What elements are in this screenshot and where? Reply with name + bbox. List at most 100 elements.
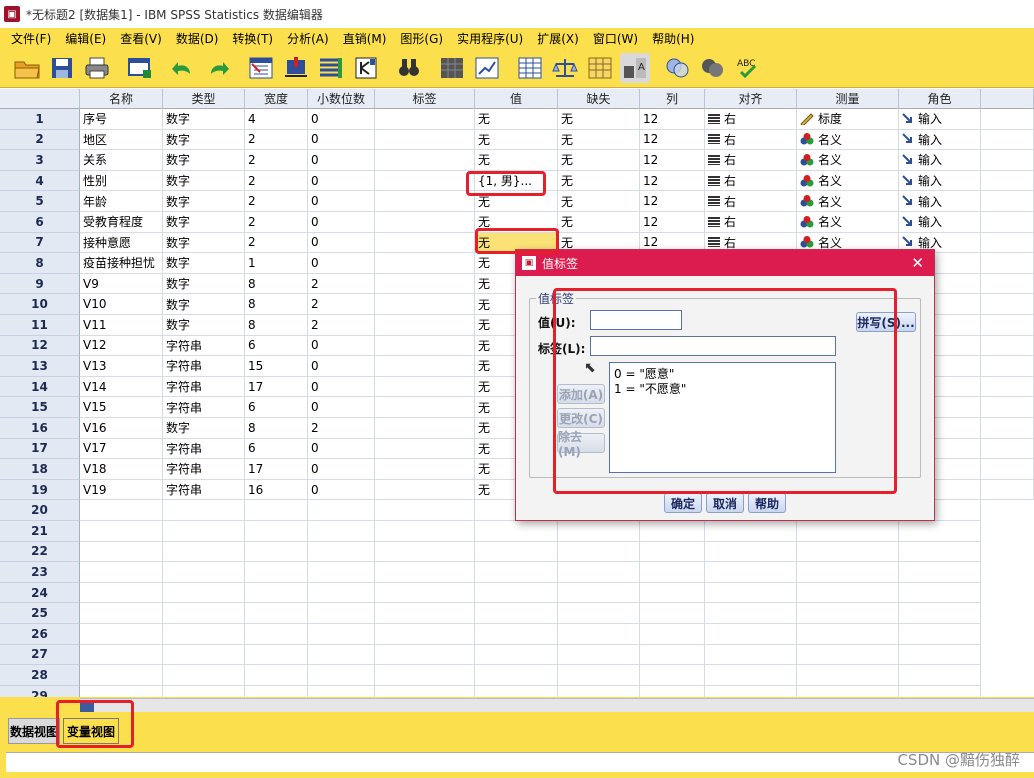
cell-label[interactable] [375,397,475,418]
cell-empty[interactable] [475,644,558,666]
column-header-align[interactable]: 对齐 [705,89,797,109]
cell-width[interactable]: 6 [245,335,308,357]
cell-align[interactable]: 右 [705,191,797,212]
cell-measure[interactable]: 名义 [797,212,899,233]
cell-role[interactable]: 输入 [899,129,981,151]
cell-empty[interactable] [899,562,981,583]
cell-empty[interactable] [245,521,308,542]
cell-name[interactable]: V10 [80,294,163,315]
menu-item-10[interactable]: 窗口(W) [586,30,645,47]
cell-empty[interactable] [640,603,705,624]
row-number[interactable]: 22 [0,541,80,563]
cell-empty[interactable] [475,521,558,542]
cell-dec[interactable]: 0 [308,356,375,377]
menu-item-8[interactable]: 实用程序(U) [450,30,530,47]
row-number[interactable]: 4 [0,170,80,192]
cell-width[interactable]: 16 [245,479,308,501]
open-icon[interactable] [12,53,42,83]
cell-dec[interactable]: 0 [308,170,375,192]
cell-type[interactable]: 字符串 [163,459,245,480]
cell-name[interactable]: 疫苗接种担忧 [80,253,163,274]
cell-dec[interactable]: 0 [308,150,375,171]
add-button[interactable]: 添加(A) [557,384,605,404]
cell-measure[interactable]: 名义 [797,191,899,212]
cell-empty[interactable] [163,665,245,686]
cancel-button[interactable]: 取消 [706,493,744,513]
tab-variable-view[interactable]: 变量视图 [63,718,119,744]
value-label-item[interactable]: 1 = "不愿意" [614,382,831,397]
cell-name[interactable]: V9 [80,273,163,295]
cell-type[interactable]: 数字 [163,150,245,171]
cell-empty[interactable] [640,624,705,645]
close-icon[interactable]: ✕ [911,254,924,272]
cell-empty[interactable] [558,562,640,583]
row-number[interactable]: 2 [0,129,80,151]
cell-role[interactable]: 输入 [899,109,981,130]
cell-type[interactable]: 数字 [163,232,245,254]
cell-type[interactable]: 数字 [163,170,245,192]
cell-empty[interactable] [797,541,899,563]
undo-icon[interactable] [168,53,198,83]
row-number[interactable]: 15 [0,397,80,418]
row-number[interactable]: 28 [0,665,80,686]
row-number[interactable]: 7 [0,232,80,254]
cell-col[interactable]: 12 [640,129,705,151]
cell-empty[interactable] [80,685,163,697]
cell-empty[interactable] [705,521,797,542]
tab-data-view[interactable]: 数据视图 [8,718,60,744]
row-number[interactable]: 19 [0,479,80,501]
cell-label[interactable] [375,232,475,254]
insert-cases-icon[interactable] [437,53,467,83]
cell-empty[interactable] [797,665,899,686]
cell-name[interactable]: 地区 [80,129,163,151]
menu-item-3[interactable]: 数据(D) [169,30,226,47]
scroll-left-arrow[interactable] [80,700,94,712]
column-header-role[interactable]: 角色 [899,89,981,109]
select-cases-icon[interactable] [585,53,615,83]
cell-empty[interactable] [163,644,245,666]
cell-empty[interactable] [80,644,163,666]
cell-empty[interactable] [475,685,558,697]
cell-width[interactable]: 2 [245,212,308,233]
cell-empty[interactable] [899,665,981,686]
cell-dec[interactable]: 2 [308,315,375,336]
row-number[interactable]: 29 [0,685,80,697]
cell-empty[interactable] [705,582,797,604]
row-number[interactable]: 17 [0,438,80,460]
cell-name[interactable]: 年龄 [80,191,163,212]
cell-empty[interactable] [245,685,308,697]
cell-empty[interactable] [558,603,640,624]
cell-name[interactable]: V16 [80,418,163,439]
row-number[interactable]: 25 [0,603,80,624]
cell-width[interactable]: 8 [245,273,308,295]
cell-empty[interactable] [375,685,475,697]
cell-col[interactable]: 12 [640,212,705,233]
row-number[interactable]: 3 [0,150,80,171]
cell-empty[interactable] [797,582,899,604]
cell-name[interactable]: V14 [80,376,163,398]
spell-check-icon[interactable]: ABC [733,53,763,83]
cell-measure[interactable]: 名义 [797,150,899,171]
cell-empty[interactable] [705,665,797,686]
cell-col[interactable]: 12 [640,191,705,212]
cell-width[interactable]: 2 [245,170,308,192]
row-number[interactable]: 8 [0,253,80,274]
cell-name[interactable]: 受教育程度 [80,212,163,233]
cell-name[interactable]: 序号 [80,109,163,130]
cell-empty[interactable] [705,685,797,697]
cell-name[interactable]: 性别 [80,170,163,192]
column-header-col[interactable]: 列 [640,89,705,109]
cell-name[interactable]: V13 [80,356,163,377]
cell-dec[interactable]: 0 [308,335,375,357]
ok-button[interactable]: 确定 [664,493,702,513]
column-header-type[interactable]: 类型 [163,89,245,109]
cell-empty[interactable] [163,562,245,583]
cell-empty[interactable] [375,541,475,563]
cell-type[interactable]: 数字 [163,129,245,151]
dialog-recall-icon[interactable] [125,53,155,83]
cell-empty[interactable] [558,521,640,542]
row-number[interactable]: 10 [0,294,80,315]
row-number[interactable]: 12 [0,335,80,357]
cell-empty[interactable] [640,665,705,686]
cell-empty[interactable] [308,685,375,697]
